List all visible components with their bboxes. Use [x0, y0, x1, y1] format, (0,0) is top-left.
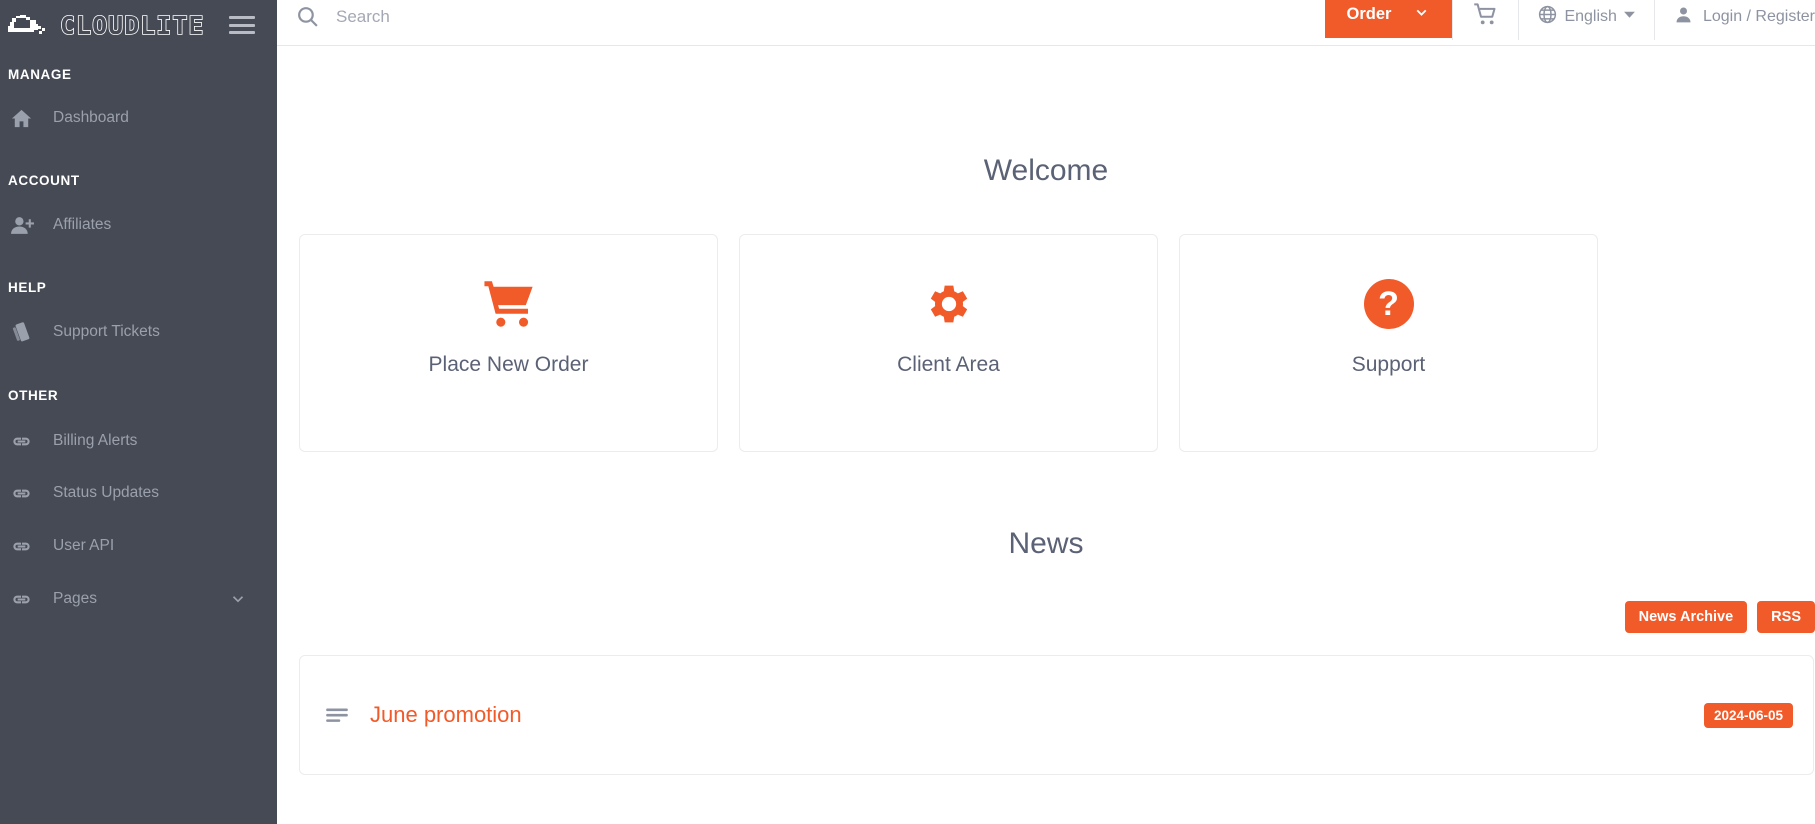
card-client-area[interactable]: Client Area [739, 234, 1158, 452]
burger-line [229, 31, 255, 34]
card-label: Place New Order [428, 353, 589, 376]
login-register-label: Login / Register [1702, 7, 1815, 25]
gear-icon [923, 277, 975, 331]
sidebar-item-label: User API [53, 537, 115, 554]
cloud-logo-icon [8, 15, 45, 34]
search-icon [295, 4, 320, 29]
news-headline[interactable]: June promotion [370, 702, 1684, 728]
article-lines-icon [324, 702, 350, 728]
sidebar-item-billing-alerts[interactable]: Billing Alerts [0, 421, 277, 461]
sidebar-header: CLOUDLITE [0, 0, 277, 50]
brand-name: CLOUDLITE [59, 10, 205, 40]
link-icon [10, 535, 44, 558]
sidebar-item-status-updates[interactable]: Status Updates [0, 473, 277, 513]
sidebar-section-help: HELP [8, 279, 47, 295]
sidebar: CLOUDLITE MANAGE Dashboard ACCOUNT Affil… [0, 0, 277, 824]
search-bar[interactable] [277, 0, 1325, 40]
cart-button[interactable] [1452, 0, 1518, 40]
login-register-button[interactable]: Login / Register [1653, 0, 1815, 40]
page-title: Welcome [983, 154, 1109, 187]
chevron-down-icon[interactable] [229, 590, 247, 608]
sidebar-item-label: Dashboard [53, 109, 129, 126]
search-input[interactable] [336, 6, 756, 27]
sidebar-item-user-api[interactable]: User API [0, 526, 277, 566]
sidebar-item-label: Support Tickets [53, 323, 160, 340]
link-icon [10, 430, 44, 453]
link-icon [10, 482, 44, 505]
news-actions: News Archive RSS [277, 601, 1815, 633]
chevron-down-icon [1413, 4, 1430, 26]
language-label: English [1564, 7, 1617, 25]
news-section-title: News [1008, 527, 1084, 560]
sidebar-item-dashboard[interactable]: Dashboard [0, 98, 277, 138]
sidebar-item-label: Affiliates [53, 216, 112, 233]
sidebar-item-label: Pages [53, 590, 97, 607]
sidebar-section-other: OTHER [8, 387, 59, 403]
card-support[interactable]: ? Support [1179, 234, 1598, 452]
sidebar-item-label: Billing Alerts [53, 432, 138, 449]
user-icon [1673, 4, 1694, 30]
sidebar-item-pages[interactable]: Pages [0, 579, 277, 619]
burger-line [229, 16, 255, 19]
content-area: Welcome Place New Order Client Area ? Su… [277, 154, 1815, 775]
burger-line [229, 23, 255, 27]
home-icon [10, 107, 44, 130]
main-area: Order English [277, 0, 1815, 824]
card-place-new-order[interactable]: Place New Order [299, 234, 718, 452]
app-root: CLOUDLITE MANAGE Dashboard ACCOUNT Affil… [0, 0, 1815, 824]
tickets-icon [10, 320, 44, 344]
quick-links-cards: Place New Order Client Area ? Support [277, 234, 1815, 452]
news-date-badge: 2024-06-05 [1703, 702, 1793, 728]
globe-icon [1537, 4, 1558, 30]
menu-toggle-button[interactable] [229, 16, 255, 34]
brand-logo[interactable]: CLOUDLITE [8, 12, 204, 38]
question-mark-glyph: ? [1363, 279, 1414, 329]
top-header: Order English [277, 0, 1815, 46]
sidebar-item-support-tickets[interactable]: Support Tickets [0, 312, 277, 352]
language-selector[interactable]: English [1518, 0, 1653, 40]
cart-icon [481, 277, 537, 331]
question-circle-icon: ? [1363, 277, 1414, 331]
news-item[interactable]: June promotion 2024-06-05 [299, 655, 1814, 775]
card-label: Client Area [897, 353, 1000, 376]
user-plus-icon [10, 213, 44, 238]
caret-down-icon [1623, 8, 1636, 26]
cart-icon [1472, 1, 1499, 33]
sidebar-item-label: Status Updates [53, 484, 159, 501]
sidebar-section-account: ACCOUNT [8, 172, 80, 188]
rss-button[interactable]: RSS [1757, 601, 1815, 633]
news-archive-button[interactable]: News Archive [1624, 601, 1748, 633]
order-button-label: Order [1346, 5, 1392, 23]
link-icon [10, 588, 44, 611]
order-button[interactable]: Order [1324, 0, 1453, 38]
sidebar-item-affiliates[interactable]: Affiliates [0, 205, 277, 245]
sidebar-section-manage: MANAGE [8, 66, 72, 82]
card-label: Support [1351, 353, 1426, 376]
